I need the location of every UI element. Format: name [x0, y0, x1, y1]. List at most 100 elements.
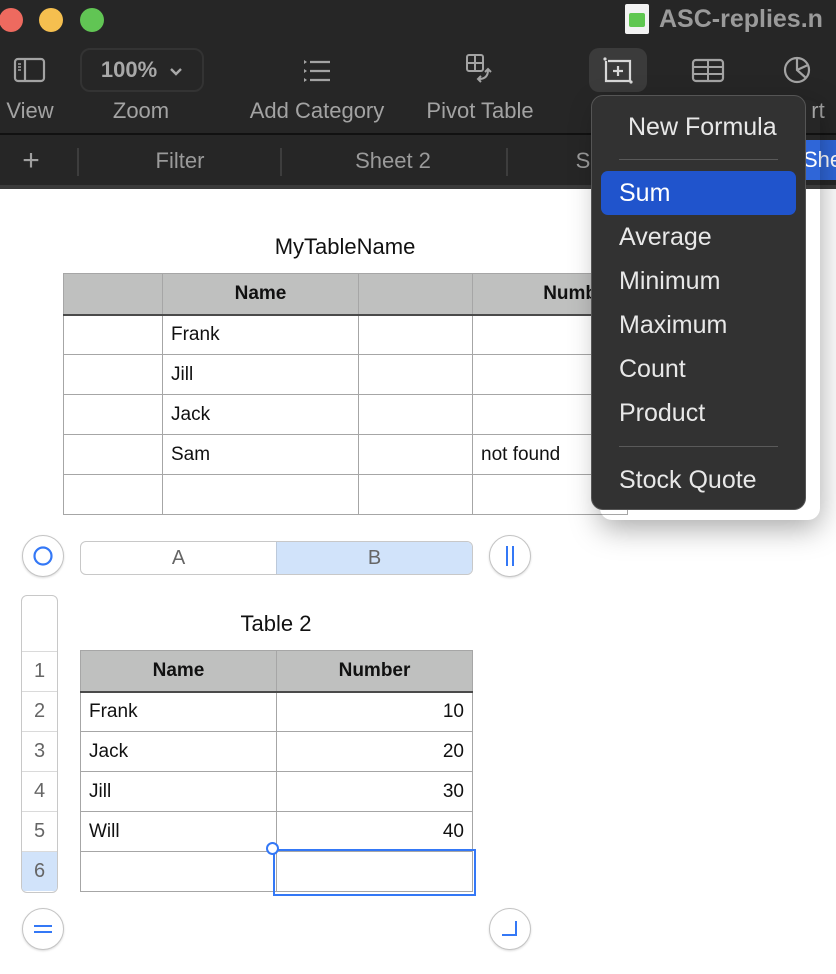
close-window-button[interactable] [0, 8, 23, 32]
row-header-2[interactable]: 2 [22, 691, 57, 731]
menu-item-product[interactable]: Product [601, 391, 796, 435]
row-header-1[interactable]: 1 [22, 651, 57, 691]
table1: Name Number Frank Jill Jack Sam not foun… [63, 273, 628, 515]
menu-separator [619, 159, 778, 160]
column-handle-icon [506, 546, 514, 566]
tab-divider [77, 148, 79, 176]
table-cell[interactable] [358, 314, 473, 355]
select-table-button[interactable] [22, 535, 64, 577]
row-header-6[interactable]: 6 [22, 851, 57, 891]
menu-item-stock-quote[interactable]: Stock Quote [601, 458, 796, 502]
table-cell[interactable] [162, 474, 359, 515]
menu-item-maximum[interactable]: Maximum [601, 303, 796, 347]
table-cell[interactable] [358, 474, 473, 515]
cell-selection-outline [273, 849, 476, 896]
table-icon[interactable] [690, 52, 726, 88]
table-cell[interactable] [358, 434, 473, 475]
list-icon[interactable] [299, 52, 335, 88]
document-title-text: ASC-replies.n [659, 4, 823, 33]
add-row-handle[interactable] [22, 908, 64, 950]
table-cell[interactable]: 40 [276, 811, 473, 852]
table-cell[interactable]: Frank [80, 691, 277, 732]
pivot-table-button[interactable]: Pivot Table [426, 98, 533, 124]
chevron-down-icon [169, 57, 183, 83]
menu-item-minimum[interactable]: Minimum [601, 259, 796, 303]
menu-item-count[interactable]: Count [601, 347, 796, 391]
menu-item-average[interactable]: Average [601, 215, 796, 259]
table-cell[interactable]: Jill [162, 354, 359, 395]
add-column-handle[interactable] [489, 535, 531, 577]
table-cell[interactable] [63, 354, 163, 395]
column-header-bar: A B [80, 541, 473, 575]
corner-resize-icon [502, 921, 517, 936]
table-row [63, 474, 628, 515]
table2-header-cell[interactable]: Name [80, 650, 277, 693]
tab-filter[interactable]: Filter [156, 135, 205, 187]
table-cell[interactable] [63, 394, 163, 435]
table1-header-cell[interactable] [358, 273, 473, 316]
table-cell[interactable]: 10 [276, 691, 473, 732]
zoom-select[interactable]: 100% [80, 48, 204, 92]
table1-header-cell[interactable]: Name [162, 273, 359, 316]
zoom-label: Zoom [112, 98, 170, 123]
minimize-window-button[interactable] [39, 8, 63, 32]
row-header-3[interactable]: 3 [22, 731, 57, 771]
document-title: ASC-replies.n [625, 2, 823, 36]
table-cell[interactable] [358, 394, 473, 435]
table2-header-cell[interactable]: Number [276, 650, 473, 693]
table-row: Frank [63, 314, 628, 355]
table2-header-row: Name Number [80, 650, 473, 693]
menu-item-sum[interactable]: Sum [601, 171, 796, 215]
view-button-label[interactable]: View [6, 98, 53, 124]
pie-chart-icon[interactable] [779, 52, 815, 88]
table-cell[interactable] [63, 434, 163, 475]
table-row: Jill 30 [80, 771, 473, 812]
sidebar-icon[interactable] [12, 52, 48, 88]
table1-header-row: Name Number [63, 273, 628, 316]
add-sheet-button[interactable]: + [22, 135, 40, 187]
table-cell[interactable] [80, 851, 277, 892]
zoom-value: 100% [100, 57, 158, 82]
table-row: Jill [63, 354, 628, 395]
row-header-5[interactable]: 5 [22, 811, 57, 851]
table-row: Jack [63, 394, 628, 435]
table-cell[interactable] [358, 354, 473, 395]
row-header-spacer [22, 596, 57, 651]
table-row: Frank 10 [80, 691, 473, 732]
row-header-bar: 1 2 3 4 5 6 [21, 595, 58, 893]
table-cell[interactable] [63, 314, 163, 355]
row-handle-icon [34, 925, 52, 933]
table-cell[interactable]: 30 [276, 771, 473, 812]
formula-menu: New Formula Sum Average Minimum Maximum … [591, 95, 806, 510]
table-cell[interactable] [63, 474, 163, 515]
numbers-document-icon [625, 4, 649, 34]
insert-formula-icon[interactable] [600, 52, 636, 88]
table-row: Sam not found [63, 434, 628, 475]
table-cell[interactable]: Jill [80, 771, 277, 812]
menu-item-new-formula[interactable]: New Formula [601, 106, 796, 148]
tab-divider [280, 148, 282, 176]
table-cell[interactable]: Sam [162, 434, 359, 475]
table-row: Jack 20 [80, 731, 473, 772]
resize-table-handle[interactable] [489, 908, 531, 950]
add-category-button[interactable]: Add Category [250, 98, 385, 124]
selection-drag-handle[interactable] [266, 842, 279, 855]
maximize-window-button[interactable] [80, 8, 104, 32]
tab-divider [506, 148, 508, 176]
table1-header-cell[interactable] [63, 273, 163, 316]
table-cell[interactable]: Jack [162, 394, 359, 435]
circle-icon [33, 546, 53, 566]
table-cell[interactable]: Jack [80, 731, 277, 772]
table-cell[interactable]: 20 [276, 731, 473, 772]
row-header-4[interactable]: 4 [22, 771, 57, 811]
table-cell[interactable]: Frank [162, 314, 359, 355]
column-header-a[interactable]: A [81, 542, 276, 574]
pivot-table-icon[interactable] [462, 52, 498, 88]
menu-separator [619, 446, 778, 447]
table-cell[interactable]: Will [80, 811, 277, 852]
table1-title[interactable]: MyTableName [275, 234, 416, 260]
tab-sheet-3[interactable]: S [576, 135, 591, 187]
table2-title[interactable]: Table 2 [241, 611, 312, 637]
column-header-b[interactable]: B [276, 542, 472, 574]
tab-sheet-2[interactable]: Sheet 2 [355, 135, 431, 187]
